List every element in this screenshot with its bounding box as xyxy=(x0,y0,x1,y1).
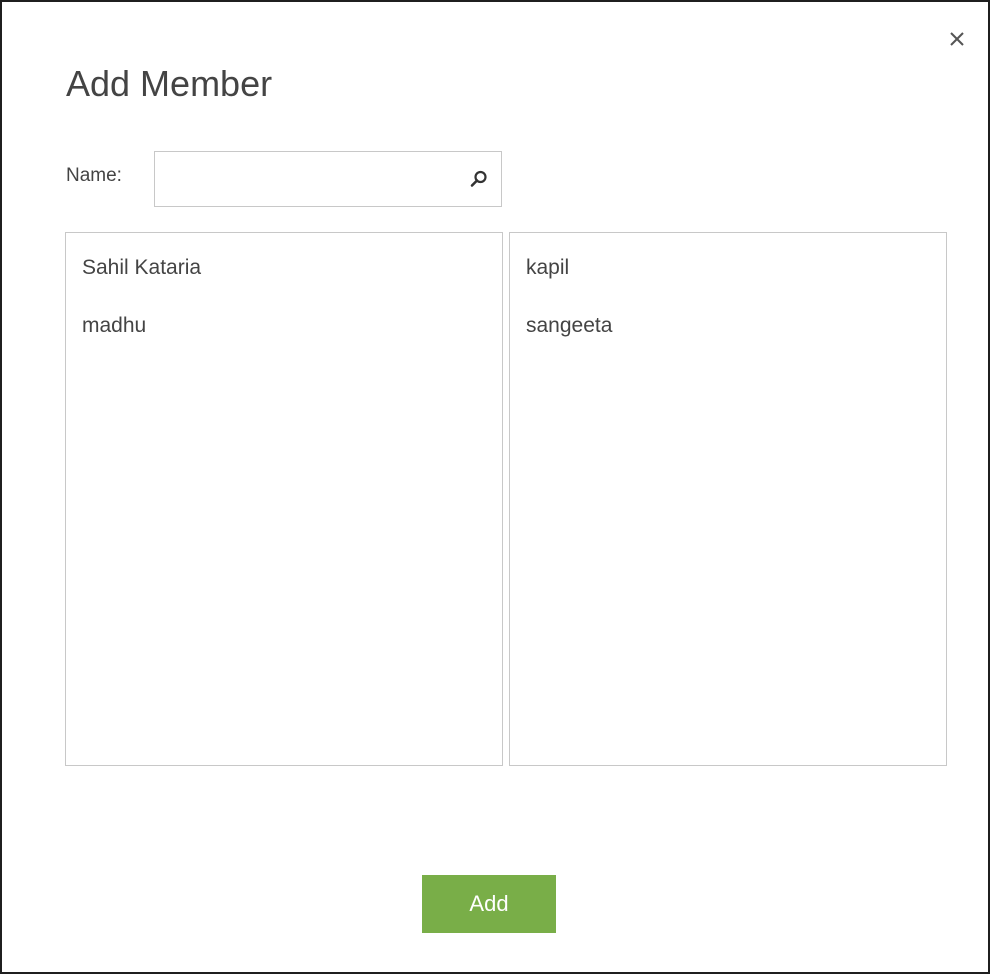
list-item[interactable]: madhu xyxy=(66,311,502,369)
dialog-title: Add Member xyxy=(66,63,273,104)
name-label: Name: xyxy=(66,165,122,186)
search-icon[interactable] xyxy=(469,169,489,189)
list-item[interactable]: kapil xyxy=(510,253,946,311)
name-search-box xyxy=(154,151,502,207)
member-list-left[interactable]: Sahil Kataria madhu xyxy=(65,232,503,766)
close-icon xyxy=(950,32,964,46)
list-item[interactable]: sangeeta xyxy=(510,311,946,369)
close-button[interactable] xyxy=(942,24,972,54)
name-search-input[interactable] xyxy=(155,152,455,206)
add-button[interactable]: Add xyxy=(422,875,556,933)
list-item[interactable]: Sahil Kataria xyxy=(66,253,502,311)
add-member-dialog: Add Member Name: Sahil Kataria madhu kap… xyxy=(0,0,990,974)
member-list-right[interactable]: kapil sangeeta xyxy=(509,232,947,766)
